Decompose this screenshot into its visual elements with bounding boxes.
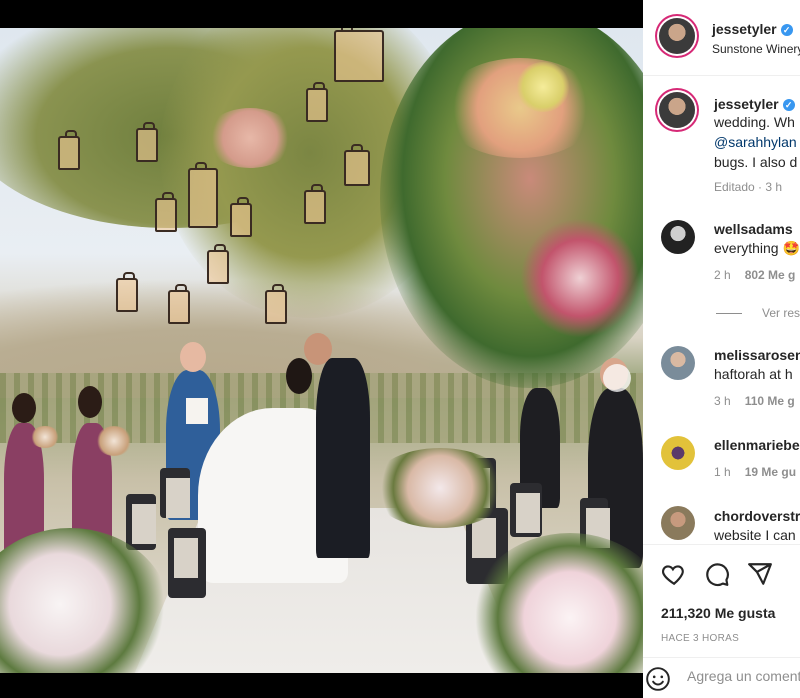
- caption-timestamp: Editado · 3 h: [714, 180, 783, 194]
- author-username[interactable]: jessetyler ✓: [712, 21, 793, 37]
- hanging-lantern: [188, 162, 218, 228]
- officiant-head: [180, 342, 206, 372]
- comment-meta: 2 h 802 Me g: [714, 268, 795, 282]
- comment-time: 2 h: [714, 268, 731, 282]
- caption-mention-link[interactable]: @sarahhylan: [714, 132, 797, 152]
- hanging-lantern: [155, 192, 177, 232]
- post-photo[interactable]: [0, 28, 643, 673]
- verified-badge-icon: ✓: [780, 24, 793, 36]
- emoji-icon[interactable]: [645, 666, 671, 692]
- aisle-flowers: [370, 448, 510, 528]
- comment-username[interactable]: wellsadams: [714, 221, 793, 237]
- hanging-lantern: [168, 284, 190, 324]
- comment-time: 3 h: [714, 394, 731, 408]
- caption-author-username[interactable]: jessetyler ✓: [714, 96, 795, 112]
- commenter-avatar[interactable]: [661, 506, 695, 540]
- bridesmaid-head: [12, 393, 36, 423]
- comment-username[interactable]: chordoverstr: [714, 508, 800, 524]
- like-count[interactable]: 211,320 Me gusta: [661, 605, 775, 621]
- comment-text: haftorah at h: [714, 366, 793, 382]
- post-location[interactable]: Sunstone Winery: [712, 42, 800, 56]
- caption-line: wedding. Wh: [714, 114, 795, 130]
- comment-meta: 1 h 19 Me gu: [714, 465, 796, 479]
- bridesmaid-head: [78, 386, 102, 418]
- add-comment-bar: [643, 657, 800, 698]
- comment-username[interactable]: melissarosen: [714, 347, 800, 363]
- groom-head: [304, 333, 332, 365]
- share-icon[interactable]: [747, 561, 773, 587]
- commenter-avatar[interactable]: [661, 220, 695, 254]
- sun-flare: [516, 62, 570, 112]
- media-indicator-icon[interactable]: [603, 364, 631, 392]
- hanging-lantern: [344, 144, 370, 186]
- hanging-lantern: [230, 197, 252, 237]
- comment-likes[interactable]: 19 Me gu: [745, 465, 796, 479]
- comment-input[interactable]: [687, 668, 800, 684]
- comment-text: website I can: [714, 527, 796, 543]
- officiant-book: [186, 398, 208, 424]
- caption-author-avatar[interactable]: [659, 92, 695, 128]
- floor-lantern: [510, 483, 542, 537]
- floor-lantern: [168, 528, 206, 598]
- post-sidebar: jessetyler ✓ Sunstone Winery jessetyler ✓ …: [643, 0, 800, 698]
- hanging-lantern: [306, 82, 328, 122]
- replies-divider: [716, 313, 742, 314]
- hanging-lantern: [265, 284, 287, 324]
- hanging-lantern: [136, 122, 158, 162]
- comment-text: everything 🤩: [714, 240, 800, 256]
- hanging-lantern: [207, 244, 229, 284]
- comment-meta: 3 h 110 Me g: [714, 394, 795, 408]
- bouquet: [30, 426, 60, 448]
- post-header: jessetyler ✓ Sunstone Winery: [643, 0, 800, 76]
- post-timestamp[interactable]: HACE 3 HORAS: [661, 633, 739, 644]
- bouquet: [96, 426, 132, 456]
- author-avatar[interactable]: [659, 18, 695, 54]
- post-actions: 211,320 Me gusta HACE 3 HORAS: [643, 544, 800, 698]
- rose-cluster: [520, 218, 640, 338]
- heart-icon[interactable]: [661, 561, 687, 587]
- floor-lantern: [126, 494, 156, 550]
- comment-time: 1 h: [714, 465, 731, 479]
- comment-icon[interactable]: [704, 561, 730, 587]
- bride-head: [286, 358, 312, 394]
- commenter-avatar[interactable]: [661, 436, 695, 470]
- floor-lantern: [160, 468, 190, 518]
- verified-badge-icon: ✓: [782, 99, 795, 111]
- hanging-lantern: [304, 184, 326, 224]
- hanging-lantern: [334, 28, 384, 82]
- hanging-lantern: [58, 130, 80, 170]
- caption-line: bugs. I also d: [714, 154, 798, 170]
- comment-likes[interactable]: 802 Me g: [745, 268, 796, 282]
- comment-username[interactable]: ellenmariebe: [714, 437, 800, 453]
- groom: [316, 358, 370, 558]
- comment-likes[interactable]: 110 Me g: [745, 394, 795, 408]
- commenter-avatar[interactable]: [661, 346, 695, 380]
- view-replies-link[interactable]: Ver res: [762, 306, 800, 320]
- hanging-lantern: [116, 272, 138, 312]
- rose-cluster: [205, 108, 295, 168]
